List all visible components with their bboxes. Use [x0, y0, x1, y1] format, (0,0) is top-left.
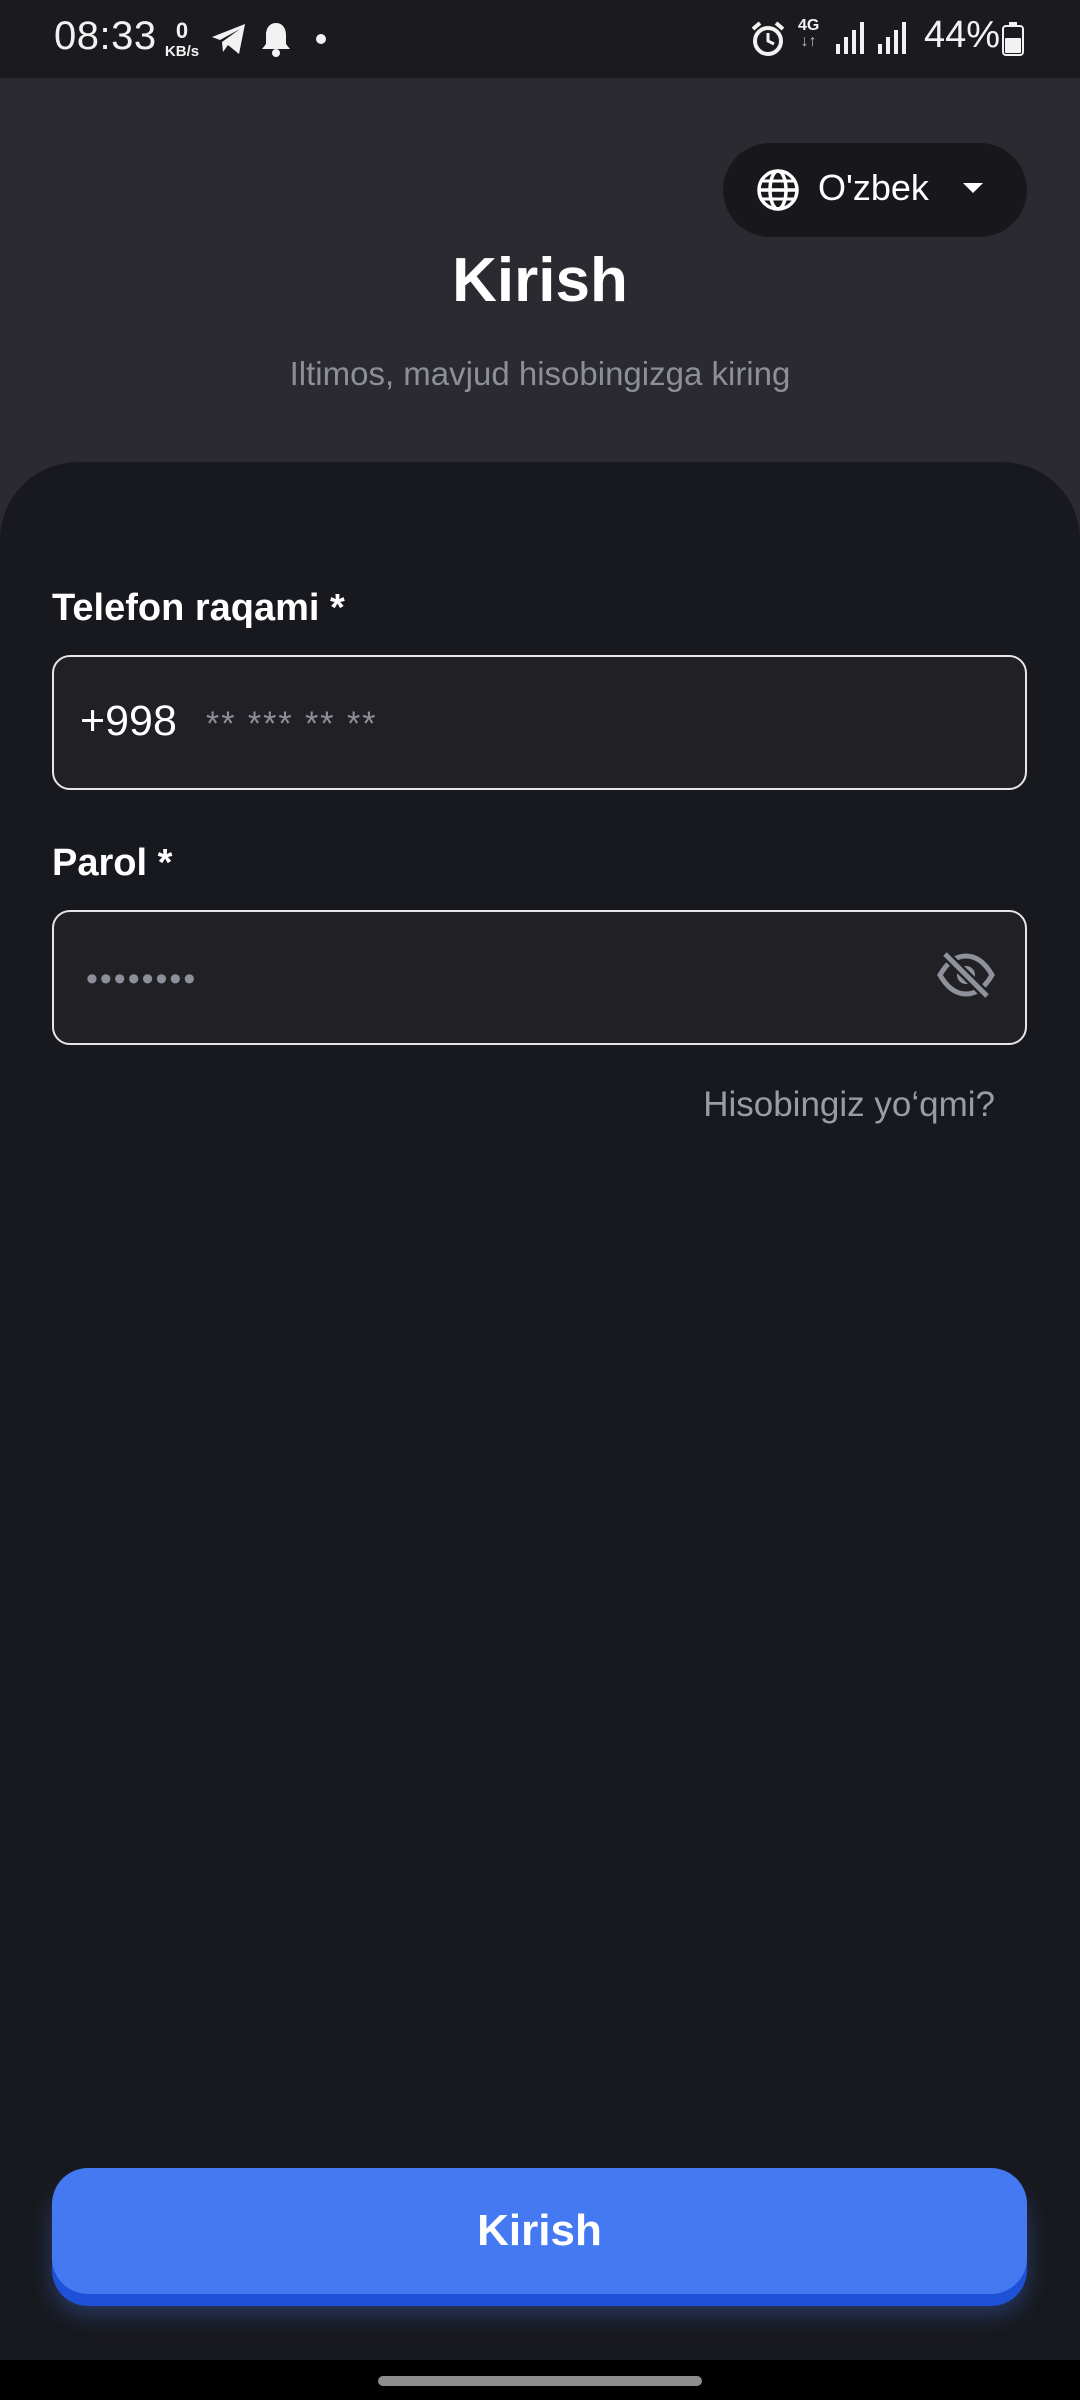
home-indicator[interactable] [378, 2376, 702, 2386]
signal-2-icon [876, 20, 910, 61]
notification-dot-icon [316, 34, 326, 44]
phone-prefix: +998 [80, 697, 177, 745]
network-type: 4G [798, 17, 820, 34]
password-label: Parol * [52, 842, 173, 884]
telegram-icon [210, 22, 248, 61]
login-form-card: Telefon raqami * +998 Parol * Hisobingiz… [0, 462, 1080, 2362]
net-speed-value: 0 [175, 18, 189, 43]
eye-off-icon[interactable] [937, 950, 995, 1005]
caret-down-icon [961, 181, 985, 200]
login-screen: 08:33 0 KB/s 4G ↓↑ 44% O'zbek Kirish Ilt… [0, 0, 1080, 2400]
signal-1-icon [834, 20, 868, 61]
phone-field[interactable]: +998 [52, 655, 1027, 790]
page-title: Kirish [452, 246, 628, 315]
net-speed-indicator: 0 KB/s [160, 18, 204, 60]
password-field[interactable] [52, 910, 1027, 1045]
alarm-icon [750, 20, 786, 63]
status-time: 08:33 [54, 14, 157, 58]
login-button[interactable]: Kirish [52, 2168, 1027, 2294]
status-bar: 08:33 0 KB/s 4G ↓↑ 44% [0, 0, 1080, 78]
network-type-indicator: 4G ↓↑ [798, 18, 819, 50]
battery-icon [1002, 22, 1024, 61]
net-speed-unit: KB/s [164, 43, 200, 60]
page-subtitle: Iltimos, mavjud hisobingizga kiring [289, 355, 791, 392]
data-arrows-icon: ↓↑ [800, 33, 817, 50]
phone-input[interactable] [204, 679, 988, 769]
register-link[interactable]: Hisobingiz yo‘qmi? [703, 1085, 995, 1125]
globe-icon [756, 168, 800, 217]
language-selector[interactable]: O'zbek [723, 143, 1027, 237]
language-label: O'zbek [818, 167, 929, 208]
bell-icon [260, 20, 292, 63]
navigation-bar [0, 2360, 1080, 2400]
battery-percentage: 44% [923, 14, 1000, 56]
password-input[interactable] [84, 934, 908, 1024]
phone-label: Telefon raqami * [52, 587, 345, 629]
